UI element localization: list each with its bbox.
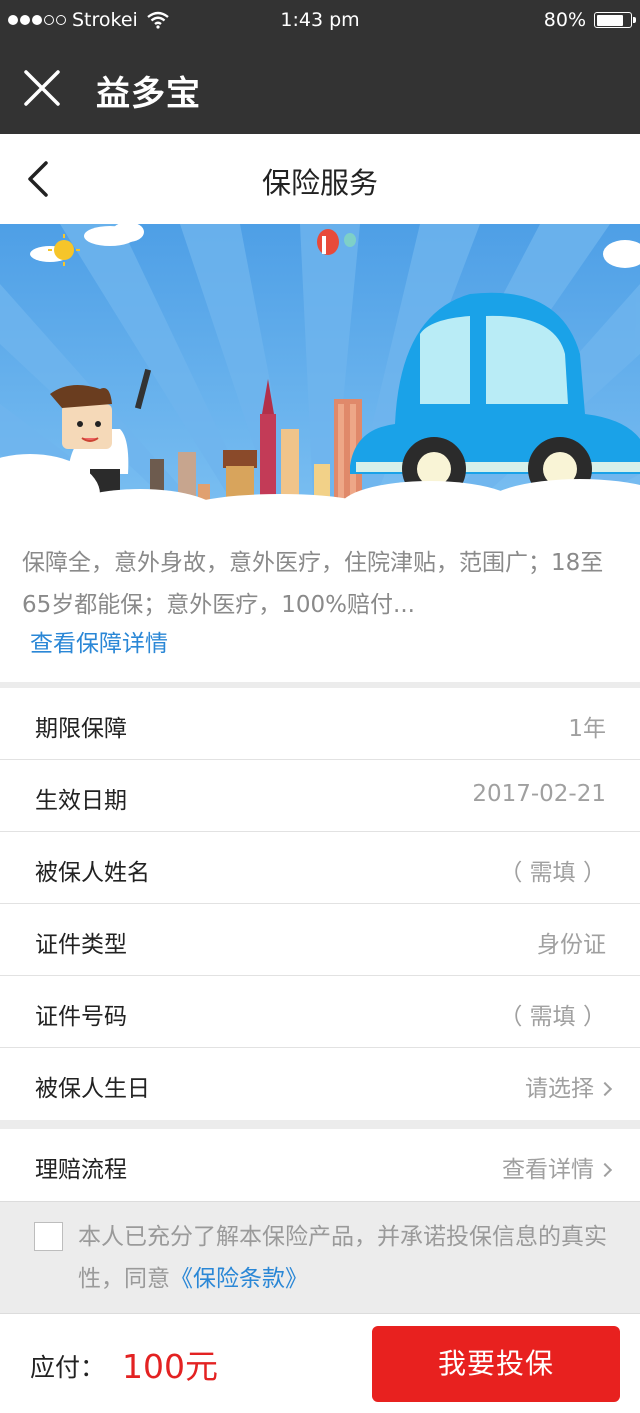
claims-label: 理赔流程 [35, 1157, 127, 1183]
policy-form-list: 期限保障 1年 生效日期 2017-02-21 被保人姓名 （ 需填 ） 证件类… [0, 688, 640, 1120]
chevron-right-icon [597, 1162, 613, 1178]
insured-name-field[interactable]: 被保人姓名 （ 需填 ） [0, 832, 640, 904]
chevron-right-icon [597, 1081, 613, 1097]
page-title: 保险服务 [261, 166, 378, 200]
id-type-select[interactable]: 证件类型 身份证 [0, 904, 640, 976]
payment-footer: 应付： 100元 我要投保 [0, 1313, 640, 1413]
row-value: 身份证 [537, 932, 606, 958]
coverage-details-link[interactable]: 查看保障详情 [22, 626, 618, 662]
status-right: 80% [543, 9, 636, 31]
insured-birthday-picker[interactable]: 被保人生日 请选择 [0, 1048, 640, 1120]
row-label: 生效日期 [35, 788, 127, 814]
product-description: 保障全，意外身故，意外医疗，住院津贴，范围广；18至65岁都能保；意外医疗，10… [0, 526, 640, 682]
claims-value: 查看详情 [502, 1157, 594, 1183]
form-row-term: 期限保障 1年 [0, 688, 640, 760]
row-value: 2017-02-21 [472, 781, 606, 807]
close-icon[interactable] [22, 68, 62, 108]
form-row-effective-date[interactable]: 生效日期 2017-02-21 [0, 760, 640, 832]
claims-process-row[interactable]: 理赔流程 查看详情 [0, 1129, 640, 1201]
status-bar: Strokei 1:43 pm 80% [0, 0, 640, 40]
agreement-text: 本人已充分了解本保险产品，并承诺投保信息的真实性，同意 [78, 1224, 607, 1292]
agreement-text-wrap: 本人已充分了解本保险产品，并承诺投保信息的真实性，同意《保险条款》 [78, 1216, 608, 1300]
banner-illustration [0, 224, 640, 526]
claims-value-wrap: 查看详情 [502, 1150, 613, 1184]
agreement-section: 本人已充分了解本保险产品，并承诺投保信息的真实性，同意《保险条款》 [0, 1201, 640, 1311]
row-label: 证件号码 [35, 1004, 127, 1030]
row-value-wrap: 请选择 [525, 1069, 613, 1103]
app-bar: 益多宝 [0, 40, 640, 134]
agreement-checkbox[interactable] [34, 1222, 63, 1251]
battery-percent: 80% [543, 9, 586, 31]
row-label: 期限保障 [35, 716, 127, 742]
row-label: 被保人生日 [35, 1076, 150, 1102]
insurance-terms-link[interactable]: 《保险条款》 [170, 1266, 308, 1292]
purchase-button[interactable]: 我要投保 [372, 1326, 620, 1402]
battery-icon [594, 12, 636, 28]
row-value: 请选择 [525, 1076, 594, 1102]
row-placeholder[interactable]: （ 需填 ） [499, 853, 606, 887]
row-value: 1年 [568, 716, 606, 742]
row-placeholder[interactable]: （ 需填 ） [499, 997, 606, 1031]
pay-label: 应付： [30, 1353, 106, 1382]
app-title: 益多宝 [96, 74, 201, 114]
claims-row-inner: 理赔流程 查看详情 [0, 1129, 640, 1201]
nav-bar: 保险服务 [0, 134, 640, 224]
row-label: 被保人姓名 [35, 860, 150, 886]
pay-amount: 100元 [122, 1347, 218, 1386]
id-number-field[interactable]: 证件号码 （ 需填 ） [0, 976, 640, 1048]
insurance-banner-image [0, 224, 640, 526]
description-text: 保障全，意外身故，意外医疗，住院津贴，范围广；18至65岁都能保；意外医疗，10… [22, 550, 604, 618]
row-label: 证件类型 [35, 932, 127, 958]
